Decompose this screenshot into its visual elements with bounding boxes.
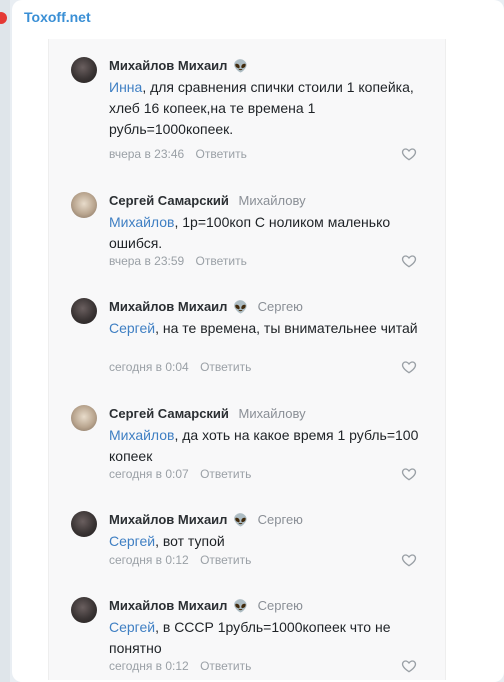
comment-header: Сергей Самарский Михайлову [109,192,306,210]
comment-header: Михайлов Михаил 👽 [109,57,254,75]
reply-to-name[interactable]: Сергею [258,299,303,314]
reply-button[interactable]: Ответить [200,467,251,481]
comment-author[interactable]: Михайлов Михаил [109,598,227,613]
message-card: Toxoff.net Михайлов Михаил 👽 Инна, для с… [12,0,504,682]
comment-item: Михайлов Михаил 👽 Сергею Сергей, в СССР … [49,579,445,680]
comment-header: Михайлов Михаил 👽 Сергею [109,511,303,529]
comment-text: Инна, для сравнения спички стоили 1 копе… [109,77,439,140]
comment-text: Михайлов, да хоть на какое время 1 рубль… [109,425,439,467]
reply-to-name[interactable]: Сергею [258,512,303,527]
comment-time: сегодня в 0:12 [109,659,189,673]
reply-to-name[interactable]: Михайлову [239,193,306,208]
reply-button[interactable]: Ответить [200,659,251,673]
comment-meta: сегодня в 0:07 Ответить [109,467,251,481]
comment-time: сегодня в 0:07 [109,467,189,481]
comment-text: Михайлов, 1р=100коп С ноликом маленько о… [109,212,439,254]
comment-item: Сергей Самарский Михайлову Михайлов, 1р=… [49,174,445,280]
sidebar-edge [0,0,10,682]
mention-link[interactable]: Инна [109,79,142,95]
reply-to-name[interactable]: Михайлову [239,406,306,421]
comment-meta: сегодня в 0:04 Ответить [109,360,251,374]
comment-item: Михайлов Михаил 👽 Сергею Сергей, на те в… [49,280,445,387]
heart-icon[interactable] [401,658,417,674]
comment-body: , вот тупой [155,533,225,549]
alien-icon: 👽 [233,59,249,73]
reply-to-name[interactable]: Сергею [258,598,303,613]
heart-icon[interactable] [401,253,417,269]
reply-button[interactable]: Ответить [196,147,247,161]
mention-link[interactable]: Сергей [109,533,155,549]
comment-meta: вчера в 23:46 Ответить [109,147,247,161]
comment-time: сегодня в 0:04 [109,360,189,374]
mention-link[interactable]: Михайлов [109,214,174,230]
mention-link[interactable]: Сергей [109,619,155,635]
heart-icon[interactable] [401,552,417,568]
mention-link[interactable]: Сергей [109,320,155,336]
comment-time: вчера в 23:59 [109,254,185,268]
comment-header: Сергей Самарский Михайлову [109,405,306,423]
comment-author[interactable]: Михайлов Михаил [109,58,227,73]
heart-icon[interactable] [401,359,417,375]
heart-icon[interactable] [401,466,417,482]
comment-author[interactable]: Михайлов Михаил [109,299,227,314]
alien-icon: 👽 [233,300,249,314]
reply-button[interactable]: Ответить [196,254,247,268]
comment-author[interactable]: Михайлов Михаил [109,512,227,527]
comment-author[interactable]: Сергей Самарский [109,193,229,208]
channel-title[interactable]: Toxoff.net [24,9,91,25]
avatar[interactable] [71,511,97,537]
comment-item: Михайлов Михаил 👽 Сергею Сергей, вот туп… [49,493,445,579]
reply-button[interactable]: Ответить [200,553,251,567]
comment-time: вчера в 23:46 [109,147,185,161]
alien-icon: 👽 [233,599,249,613]
comment-item: Сергей Самарский Михайлову Михайлов, да … [49,387,445,493]
comment-time: сегодня в 0:12 [109,553,189,567]
comment-item: Михайлов Михаил 👽 Инна, для сравнения сп… [49,39,445,174]
comment-meta: сегодня в 0:12 Ответить [109,659,251,673]
comment-author[interactable]: Сергей Самарский [109,406,229,421]
comment-text: Сергей, вот тупой [109,531,439,552]
avatar[interactable] [71,192,97,218]
comment-meta: вчера в 23:59 Ответить [109,254,247,268]
alien-icon: 👽 [233,513,249,527]
comment-body: , на те времена, ты внимательнее читай [155,320,418,336]
comment-text: Сергей, на те времена, ты внимательнее ч… [109,318,439,339]
comment-meta: сегодня в 0:12 Ответить [109,553,251,567]
comments-screenshot: Михайлов Михаил 👽 Инна, для сравнения сп… [48,39,446,680]
avatar[interactable] [71,597,97,623]
heart-icon[interactable] [401,146,417,162]
reply-button[interactable]: Ответить [200,360,251,374]
comment-text: Сергей, в СССР 1рубль=1000копеек что не … [109,617,439,659]
mention-link[interactable]: Михайлов [109,427,174,443]
comment-header: Михайлов Михаил 👽 Сергею [109,597,303,615]
avatar[interactable] [71,57,97,83]
comment-header: Михайлов Михаил 👽 Сергею [109,298,303,316]
avatar[interactable] [71,298,97,324]
avatar[interactable] [71,405,97,431]
comment-body: , для сравнения спички стоили 1 копейка,… [109,79,414,137]
